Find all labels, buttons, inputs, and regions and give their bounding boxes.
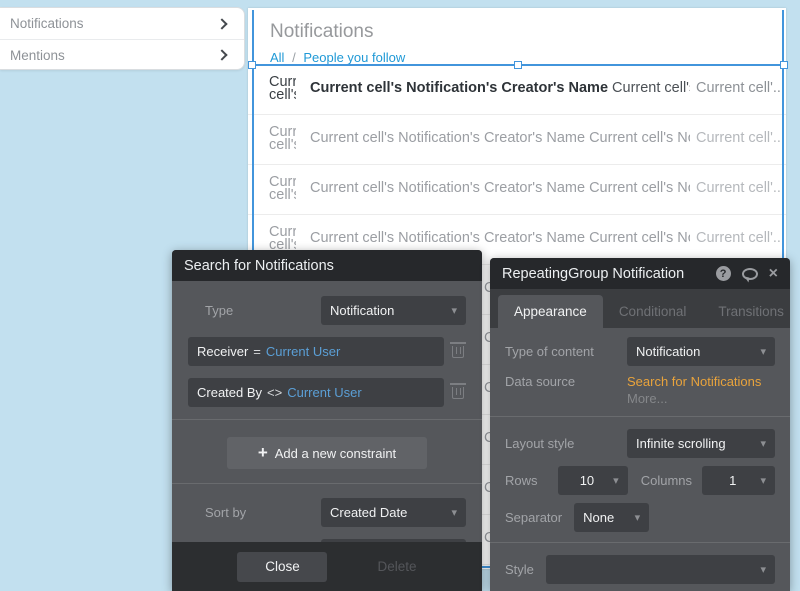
rows-label: Rows <box>505 473 558 488</box>
tab-separator: / <box>288 50 300 65</box>
row-right-clipped-text: Current cell'... <box>696 180 780 196</box>
chevron-down-icon: ▾ <box>451 506 457 519</box>
divider <box>172 483 482 484</box>
property-editor-tabbar: Appearance Conditional Transitions <box>490 289 790 328</box>
search-popup-header[interactable]: Search for Notifications <box>172 250 482 281</box>
row-creator-name: Current cell's Notification's Creator's … <box>310 80 608 96</box>
tab-conditional[interactable]: Conditional <box>603 295 703 328</box>
chevron-down-icon: ▾ <box>635 511 641 524</box>
divider <box>490 416 790 417</box>
notification-row[interactable]: Currcell's Current cell's Notification's… <box>248 65 786 115</box>
tab-appearance[interactable]: Appearance <box>498 295 603 328</box>
separator-dropdown[interactable]: None ▾ <box>574 503 649 532</box>
nav-item-label: Mentions <box>10 48 218 63</box>
property-editor-title: RepeatingGroup Notification <box>502 266 684 282</box>
row-message: Current cell's Notification's Creator's … <box>310 180 690 196</box>
tab-transitions[interactable]: Transitions <box>702 295 800 328</box>
page-title: Notifications <box>248 8 786 43</box>
constraint-value[interactable]: Current User <box>287 385 361 400</box>
row-creator-name: Current cell's Notification's Creator's … <box>310 130 585 146</box>
chevron-down-icon: ▾ <box>760 345 766 358</box>
notification-row[interactable]: Currcell's Current cell's Notification's… <box>248 165 786 215</box>
search-popup-footer: Close Delete <box>172 542 482 591</box>
trash-icon <box>452 387 464 399</box>
type-dropdown[interactable]: Notification ▾ <box>321 296 466 325</box>
chevron-down-icon: ▾ <box>760 563 766 576</box>
row-left-clipped-text: Currcell's <box>269 176 296 204</box>
row-creator-name: Current cell's Notification's Creator's … <box>310 230 585 246</box>
notification-row[interactable]: Currcell's Current cell's Notification's… <box>248 115 786 165</box>
row-message: Current cell's Notification's Creator's … <box>310 130 690 146</box>
data-source-more[interactable]: More... <box>627 391 775 406</box>
search-for-notifications-popup: Search for Notifications Type Notificati… <box>172 250 482 591</box>
style-dropdown[interactable]: ▾ <box>546 555 775 584</box>
rows-dropdown[interactable]: 10 ▾ <box>558 466 628 495</box>
type-of-content-label: Type of content <box>505 344 627 359</box>
selection-handle[interactable] <box>514 61 522 69</box>
chevron-down-icon: ▾ <box>451 304 457 317</box>
nav-item-notifications[interactable]: Notifications <box>0 8 244 39</box>
divider <box>172 419 482 420</box>
chevron-down-icon: ▾ <box>760 437 766 450</box>
row-right-clipped-text: Current cell'... <box>696 130 780 146</box>
row-left-clipped-text: Currcell's <box>269 126 296 154</box>
delete-button: Delete <box>377 559 416 574</box>
divider <box>490 542 790 543</box>
repeating-group-property-editor: RepeatingGroup Notification ? × Appearan… <box>490 258 790 591</box>
search-popup-title: Search for Notifications <box>184 258 334 274</box>
chevron-down-icon: ▾ <box>613 474 619 487</box>
style-label: Style <box>505 562 534 577</box>
property-editor-body: Type of content Notification ▾ Data sour… <box>490 328 790 584</box>
separator-label: Separator <box>505 510 562 525</box>
data-source-label: Data source <box>505 374 627 389</box>
sort-by-label: Sort by <box>188 505 321 520</box>
sort-by-dropdown[interactable]: Created Date ▾ <box>321 498 466 527</box>
constraint-created-by[interactable]: Created By <> Current User <box>188 378 444 407</box>
search-popup-body: Type Notification ▾ Receiver = Current U… <box>172 281 482 568</box>
row-message: Current cell's Notification's Creator's … <box>310 80 690 96</box>
selection-top-edge <box>252 64 784 66</box>
chevron-right-icon <box>216 49 227 60</box>
selection-handle[interactable] <box>248 61 256 69</box>
editor-canvas: Notifications Mentions Notifications All… <box>0 0 800 591</box>
constraint-row: Receiver = Current User <box>188 337 466 366</box>
chevron-right-icon <box>216 18 227 29</box>
chevron-down-icon: ▾ <box>760 474 766 487</box>
left-nav-card: Notifications Mentions <box>0 7 245 70</box>
tab-all[interactable]: All <box>270 50 284 65</box>
row-left-clipped-text: Currcell's <box>269 76 296 104</box>
type-of-content-dropdown[interactable]: Notification ▾ <box>627 337 775 366</box>
row-creator-name: Current cell's Notification's Creator's … <box>310 180 585 196</box>
row-right-clipped-text: Current cell'... <box>696 80 780 96</box>
layout-style-label: Layout style <box>505 436 627 451</box>
add-constraint-button[interactable]: +Add a new constraint <box>227 437 427 469</box>
constraint-row: Created By <> Current User <box>188 378 466 407</box>
columns-label: Columns <box>641 473 692 488</box>
nav-item-label: Notifications <box>10 16 218 31</box>
constraint-receiver[interactable]: Receiver = Current User <box>188 337 444 366</box>
layout-style-dropdown[interactable]: Infinite scrolling ▾ <box>627 429 775 458</box>
plus-icon: + <box>258 443 268 462</box>
row-right-clipped-text: Current cell'... <box>696 230 780 246</box>
trash-icon <box>452 346 464 358</box>
tab-people-you-follow[interactable]: People you follow <box>303 50 405 65</box>
close-icon[interactable]: × <box>769 266 778 282</box>
columns-dropdown[interactable]: 1 ▾ <box>702 466 775 495</box>
selection-handle[interactable] <box>780 61 788 69</box>
type-label: Type <box>188 303 321 318</box>
row-message: Current cell's Notification's Creator's … <box>310 230 690 246</box>
delete-constraint-button[interactable] <box>444 346 466 358</box>
constraint-value[interactable]: Current User <box>266 344 340 359</box>
comment-icon[interactable] <box>742 268 758 280</box>
help-icon[interactable]: ? <box>716 266 731 281</box>
nav-item-mentions[interactable]: Mentions <box>0 39 244 70</box>
property-editor-header[interactable]: RepeatingGroup Notification ? × <box>490 258 790 289</box>
delete-constraint-button[interactable] <box>444 387 466 399</box>
data-source-value[interactable]: Search for Notifications <box>627 374 775 389</box>
close-button[interactable]: Close <box>237 552 327 582</box>
